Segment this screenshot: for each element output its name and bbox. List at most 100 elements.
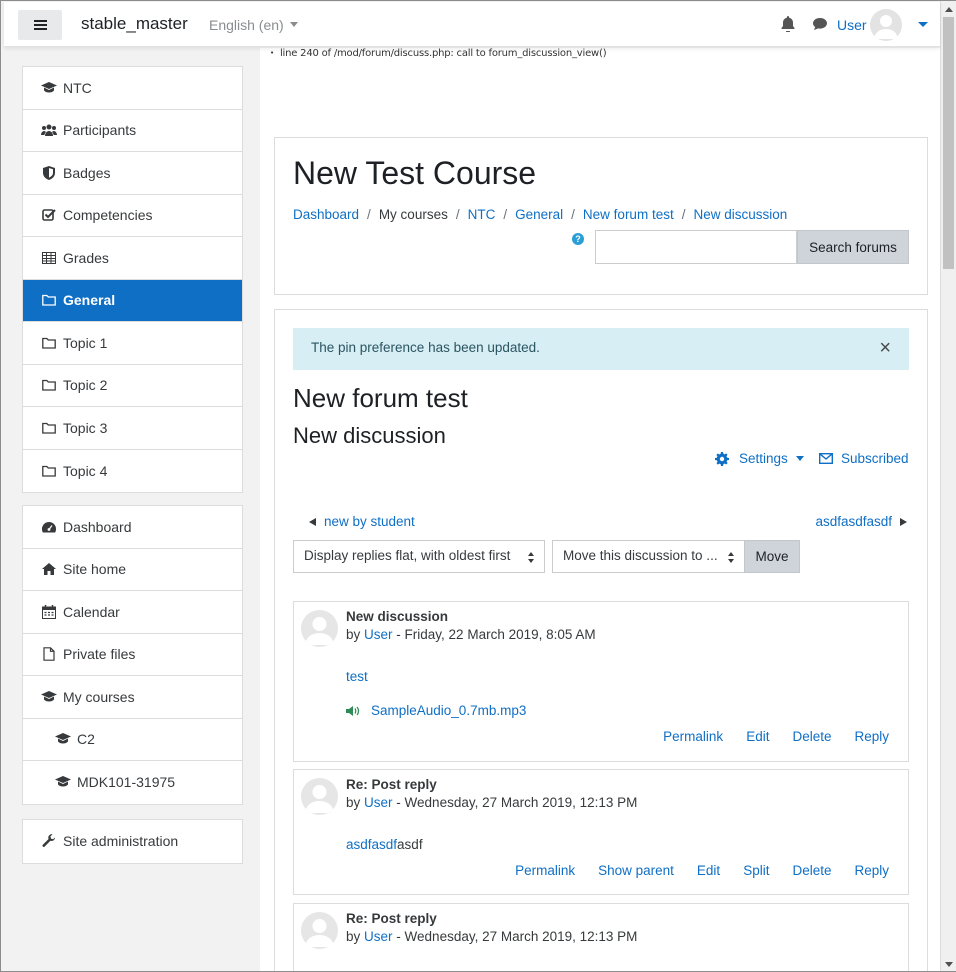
post-author-link[interactable]: User <box>364 929 393 944</box>
breadcrumb-dashboard[interactable]: Dashboard <box>293 207 359 222</box>
sidebar-item-competencies[interactable]: Competencies <box>23 195 242 237</box>
forum-title: New forum test <box>293 383 468 413</box>
reply-link[interactable]: Reply <box>854 863 889 878</box>
edit-link[interactable]: Edit <box>697 863 720 878</box>
by-label: by <box>346 795 361 810</box>
reply-link[interactable]: Reply <box>854 729 889 744</box>
graduation-cap-icon <box>41 690 57 704</box>
sidebar-item-label: Private files <box>63 646 136 663</box>
forum-post: Re: Post reply by User - Wednesday, 27 M… <box>293 903 909 971</box>
sidebar-item-general[interactable]: General <box>23 279 242 322</box>
permalink-link[interactable]: Permalink <box>663 729 723 744</box>
folder-icon <box>41 293 57 307</box>
hamburger-icon <box>33 20 47 30</box>
graduation-cap-icon <box>55 775 71 789</box>
user-menu-caret-icon[interactable] <box>918 22 928 27</box>
sidebar-item-label: Topic 4 <box>63 462 108 479</box>
sidebar-item-topic-2[interactable]: Topic 2 <box>23 365 242 407</box>
move-button[interactable]: Move <box>744 540 800 573</box>
close-icon[interactable]: × <box>879 338 891 358</box>
avatar[interactable] <box>301 912 338 949</box>
language-menu[interactable]: English (en) <box>209 17 298 33</box>
sidebar-item-topic-4[interactable]: Topic 4 <box>23 450 242 493</box>
post-author-link[interactable]: User <box>364 795 393 810</box>
page-scrollbar[interactable] <box>940 1 956 971</box>
post-subject: Re: Post reply <box>346 777 437 792</box>
prev-discussion: new by student <box>309 514 415 529</box>
sidebar-item-label: Grades <box>63 249 109 266</box>
permalink-link[interactable]: Permalink <box>515 863 575 878</box>
sidebar-item-site-administration[interactable]: Site administration <box>23 820 242 863</box>
post-message: asdfasdfasdf <box>346 837 423 852</box>
user-menu-name[interactable]: User <box>837 17 867 33</box>
site-name[interactable]: stable_master <box>81 14 188 34</box>
avatar[interactable] <box>301 610 338 647</box>
user-avatar-icon <box>305 617 334 645</box>
sidebar-item-topic-3[interactable]: Topic 3 <box>23 407 242 450</box>
edit-link[interactable]: Edit <box>746 729 769 744</box>
sidebar-item-label: Topic 1 <box>63 334 108 351</box>
sidebar-item-topic-1[interactable]: Topic 1 <box>23 322 242 365</box>
sidebar-item-badges[interactable]: Badges <box>23 152 242 195</box>
attachment-link[interactable]: SampleAudio_0.7mb.mp3 <box>371 703 526 718</box>
sidebar-item-mdk101[interactable]: MDK101-31975 <box>23 761 242 804</box>
show-parent-link[interactable]: Show parent <box>598 863 674 878</box>
display-mode-select[interactable]: Display replies flat, with oldest first <box>293 540 545 573</box>
sidebar-item-label: NTC <box>63 79 92 96</box>
bell-icon[interactable] <box>781 16 795 32</box>
display-mode-value: Display replies flat, with oldest first <box>304 548 511 563</box>
nav-drawer-toggle[interactable] <box>18 10 62 40</box>
subscribed-toggle[interactable]: Subscribed <box>819 451 909 466</box>
sidebar-item-participants[interactable]: Participants <box>23 110 242 152</box>
breadcrumb-new-forum-test[interactable]: New forum test <box>583 207 674 222</box>
chat-icon[interactable] <box>812 17 828 31</box>
scroll-down-arrow-icon[interactable] <box>945 962 953 967</box>
help-icon[interactable]: ? <box>572 233 584 245</box>
sidebar-item-my-courses[interactable]: My courses <box>23 676 242 719</box>
sidebar-item-label: General <box>63 292 116 309</box>
delete-link[interactable]: Delete <box>792 729 831 744</box>
folder-icon <box>41 421 57 435</box>
sidebar-item-dashboard[interactable]: Dashboard <box>23 506 242 549</box>
prev-discussion-link[interactable]: new by student <box>324 514 415 529</box>
breadcrumb-ntc[interactable]: NTC <box>468 207 496 222</box>
post-byline: by User - Friday, 22 March 2019, 8:05 AM <box>346 627 596 642</box>
sidebar-item-label: Site home <box>63 561 127 578</box>
post-body-link[interactable]: asdfasdf <box>346 837 397 852</box>
post-body-text: asdf <box>397 837 423 852</box>
sidebar-item-label: Badges <box>63 164 111 181</box>
scrollbar-thumb[interactable] <box>943 17 954 269</box>
select-arrows-icon <box>528 552 534 563</box>
split-link[interactable]: Split <box>743 863 769 878</box>
sidebar-item-private-files[interactable]: Private files <box>23 634 242 676</box>
post-attachment: SampleAudio_0.7mb.mp3 <box>346 703 526 718</box>
sidebar-item-c2[interactable]: C2 <box>23 719 242 761</box>
scroll-up-arrow-icon[interactable] <box>945 7 953 12</box>
search-forums-button[interactable]: Search forums <box>797 230 909 264</box>
users-icon <box>41 123 57 137</box>
delete-link[interactable]: Delete <box>792 863 831 878</box>
settings-label: Settings <box>739 451 788 466</box>
move-discussion-select[interactable]: Move this discussion to ... <box>552 540 745 573</box>
move-discussion-value: Move this discussion to ... <box>563 548 718 563</box>
breadcrumb-general[interactable]: General <box>515 207 563 222</box>
calendar-icon <box>41 604 57 619</box>
next-discussion-link[interactable]: asdfasdfasdf <box>815 514 892 529</box>
home-icon <box>41 562 57 576</box>
sidebar-item-ntc[interactable]: NTC <box>23 67 242 110</box>
settings-menu[interactable]: Settings <box>715 451 804 466</box>
avatar[interactable] <box>301 778 338 815</box>
avatar[interactable] <box>870 9 902 41</box>
browser-frame: stable_master English (en) User NTC Part… <box>0 0 956 972</box>
post-body-link[interactable]: test <box>346 669 368 684</box>
post-author-link[interactable]: User <box>364 627 393 642</box>
sidebar-item-site-home[interactable]: Site home <box>23 549 242 591</box>
sidebar-item-label: Calendar <box>63 603 120 620</box>
next-discussion: asdfasdfasdf <box>815 514 907 529</box>
envelope-icon <box>819 453 833 464</box>
course-nav-block: NTC Participants Badges Competencies Gra… <box>22 66 243 493</box>
sidebar-item-calendar[interactable]: Calendar <box>23 591 242 634</box>
breadcrumb-new-discussion[interactable]: New discussion <box>693 207 787 222</box>
sidebar-item-grades[interactable]: Grades <box>23 237 242 280</box>
search-forums-input[interactable] <box>595 230 797 264</box>
